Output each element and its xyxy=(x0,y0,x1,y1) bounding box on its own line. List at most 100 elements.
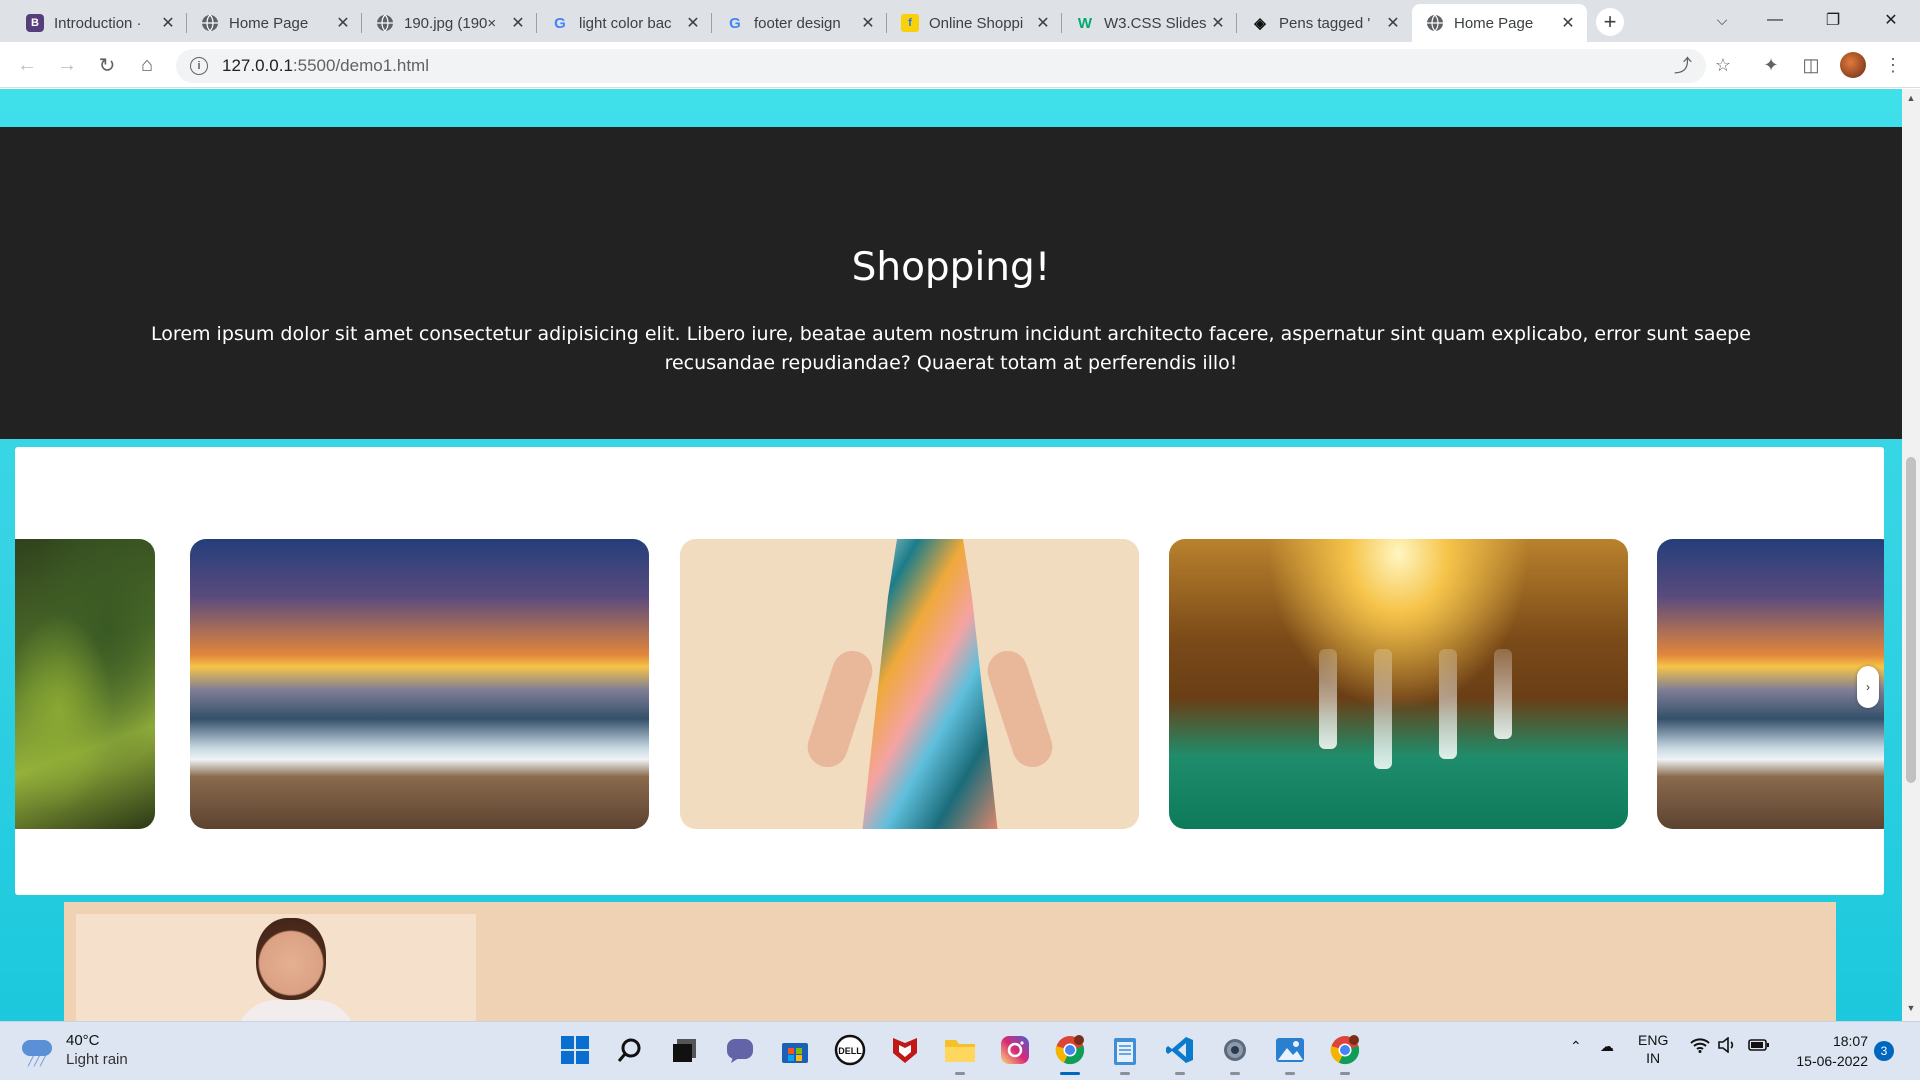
tab-close-icon[interactable]: ✕ xyxy=(509,14,527,32)
tab-title: footer design xyxy=(754,14,841,32)
photos-icon[interactable] xyxy=(1272,1032,1308,1075)
search-icon[interactable] xyxy=(612,1032,648,1068)
slide-sunset-sea-image[interactable] xyxy=(1657,539,1884,829)
tab-close-icon[interactable]: ✕ xyxy=(1559,14,1577,32)
tab-close-icon[interactable]: ✕ xyxy=(159,14,177,32)
microsoft-store-icon[interactable] xyxy=(777,1032,813,1068)
chrome-menu-icon[interactable]: ⋮ xyxy=(1878,50,1908,80)
clock-date: 15-06-2022 xyxy=(1796,1053,1868,1069)
mcafee-icon[interactable] xyxy=(887,1032,923,1068)
tab-title: Introduction · xyxy=(54,14,142,32)
slide-forest-image[interactable] xyxy=(15,539,155,829)
browser-tab[interactable]: W W3.CSS Slides ✕ xyxy=(1062,4,1237,42)
globe-icon xyxy=(201,14,219,32)
tab-title: Online Shoppi xyxy=(929,14,1024,32)
tab-close-icon[interactable]: ✕ xyxy=(1034,14,1052,32)
waterfall-stream xyxy=(1374,649,1392,769)
google-icon: G xyxy=(729,14,741,32)
chrome-profile-icon[interactable] xyxy=(1327,1032,1363,1075)
clock-time: 18:07 xyxy=(1832,1033,1868,1049)
browser-tab[interactable]: B Introduction · ✕ xyxy=(12,4,187,42)
browser-tab[interactable]: 190.jpg (190× ✕ xyxy=(362,4,537,42)
w3schools-icon: W xyxy=(1077,14,1093,32)
browser-toolbar: ← → ↻ ⌂ i 127.0.0.1:5500/demo1.html ⤴ ☆ … xyxy=(0,42,1920,88)
scroll-down-arrow-icon[interactable]: ▼ xyxy=(1906,1003,1916,1015)
browser-tab[interactable]: f Online Shoppi ✕ xyxy=(887,4,1062,42)
model-face xyxy=(256,918,326,1000)
tab-search-chevron-icon[interactable]: ⌵ xyxy=(1708,6,1736,34)
notification-badge[interactable]: 3 xyxy=(1874,1041,1894,1061)
tab-title: light color bac xyxy=(579,14,672,32)
browser-tab[interactable]: Gfooter design ✕ xyxy=(712,4,887,42)
chrome-icon[interactable] xyxy=(1052,1032,1088,1075)
windows-taskbar: ╱╱╱ 40°C Light rain DELL ⌃ ☁ ENG IN 18:0… xyxy=(0,1021,1920,1080)
instagram-icon[interactable] xyxy=(997,1032,1033,1068)
browser-tab[interactable]: Home Page ✕ xyxy=(187,4,362,42)
windows-start-icon[interactable] xyxy=(557,1032,593,1068)
slide-waterfall-image[interactable] xyxy=(1169,539,1628,829)
weather-widget[interactable]: ╱╱╱ 40°C Light rain xyxy=(20,1032,128,1070)
taskbar-clock[interactable]: 18:07 15-06-2022 xyxy=(1778,1031,1868,1071)
waterfall-stream xyxy=(1494,649,1512,739)
notepad-icon[interactable] xyxy=(1107,1032,1143,1075)
scroll-up-arrow-icon[interactable]: ▲ xyxy=(1906,93,1916,105)
tab-close-icon[interactable]: ✕ xyxy=(1209,14,1227,32)
teams-chat-icon[interactable] xyxy=(722,1032,758,1068)
waterfall-stream xyxy=(1439,649,1457,759)
slide-patterned-dress-image[interactable] xyxy=(680,539,1139,829)
page-viewport: Shopping! Lorem ipsum dolor sit amet con… xyxy=(0,89,1902,1021)
tab-title: Pens tagged ' xyxy=(1279,14,1371,32)
forward-button[interactable]: → xyxy=(52,50,82,80)
model-shirt xyxy=(236,1000,356,1021)
google-icon: G xyxy=(554,14,566,32)
share-icon[interactable]: ⤴ xyxy=(1668,50,1698,80)
flipkart-icon: f xyxy=(901,14,919,32)
onedrive-cloud-icon[interactable]: ☁ xyxy=(1600,1038,1614,1055)
settings-icon[interactable] xyxy=(1217,1032,1253,1075)
browser-tab[interactable]: Home Page ✕ xyxy=(1412,4,1587,42)
profile-avatar[interactable] xyxy=(1840,52,1866,78)
address-bar[interactable]: i 127.0.0.1:5500/demo1.html xyxy=(176,49,1706,83)
weather-temp: 40°C xyxy=(66,1032,100,1049)
new-tab-button[interactable]: + xyxy=(1596,8,1624,36)
bootstrap-icon: B xyxy=(26,14,44,32)
slider-next-button[interactable]: › xyxy=(1857,666,1879,708)
dress-model-arm xyxy=(982,645,1058,773)
file-explorer-icon[interactable] xyxy=(942,1032,978,1075)
tab-title: 190.jpg (190× xyxy=(404,14,497,32)
home-button[interactable]: ⌂ xyxy=(132,50,162,80)
close-window-button[interactable]: ✕ xyxy=(1868,0,1914,40)
page-scrollbar[interactable]: ▲ ▼ xyxy=(1902,89,1920,1021)
task-view-icon[interactable] xyxy=(667,1032,703,1068)
waterfall-stream xyxy=(1319,649,1337,749)
site-info-icon[interactable]: i xyxy=(190,57,208,75)
tab-close-icon[interactable]: ✕ xyxy=(1384,14,1402,32)
tab-strip: B Introduction · ✕ Home Page ✕ 190.jpg (190× ✕… xyxy=(0,0,1920,42)
battery-icon[interactable] xyxy=(1748,1038,1770,1055)
tab-close-icon[interactable]: ✕ xyxy=(334,14,352,32)
tab-close-icon[interactable]: ✕ xyxy=(684,14,702,32)
bookmark-star-icon[interactable]: ☆ xyxy=(1708,50,1738,80)
browser-tab[interactable]: Glight color bac ✕ xyxy=(537,4,712,42)
minimize-button[interactable]: — xyxy=(1752,0,1798,40)
dress-model-arm xyxy=(802,645,878,773)
show-hidden-icons-chevron-icon[interactable]: ⌃ xyxy=(1570,1038,1582,1055)
vscode-icon[interactable] xyxy=(1162,1032,1198,1075)
globe-icon xyxy=(376,14,394,32)
tab-close-icon[interactable]: ✕ xyxy=(859,14,877,32)
slide-sunset-sea-image[interactable] xyxy=(190,539,649,829)
extensions-puzzle-icon[interactable]: ✦ xyxy=(1756,50,1786,80)
language-indicator[interactable]: ENG IN xyxy=(1638,1031,1668,1067)
reload-button[interactable]: ↻ xyxy=(92,50,122,80)
wifi-icon[interactable] xyxy=(1690,1037,1710,1056)
restore-button[interactable]: ❐ xyxy=(1810,0,1856,40)
back-button[interactable]: ← xyxy=(12,50,42,80)
browser-tab[interactable]: ◈ Pens tagged ' ✕ xyxy=(1237,4,1412,42)
tab-title: Home Page xyxy=(1454,14,1534,32)
side-panel-icon[interactable]: ◫ xyxy=(1796,50,1826,80)
volume-icon[interactable] xyxy=(1718,1036,1738,1056)
scrollbar-thumb[interactable] xyxy=(1906,457,1916,783)
tab-title: Home Page xyxy=(229,14,309,32)
codepen-icon: ◈ xyxy=(1254,15,1266,32)
dell-icon[interactable]: DELL xyxy=(832,1032,868,1068)
